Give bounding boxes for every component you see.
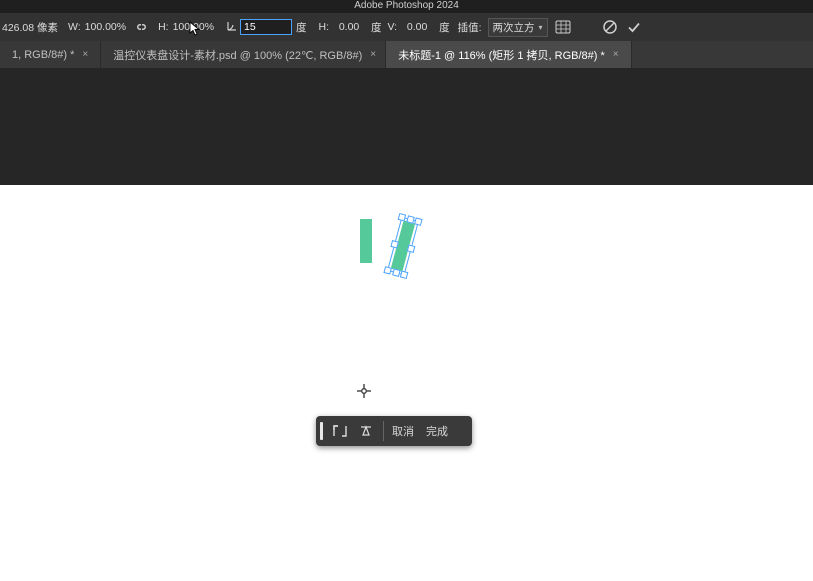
deg-label-3: 度	[439, 20, 450, 35]
cancel-button[interactable]: 取消	[386, 420, 420, 442]
angle-icon	[226, 20, 238, 35]
transform-handle-ml[interactable]	[391, 240, 400, 249]
interp-dropdown[interactable]: 两次立方 ▾	[488, 18, 548, 37]
close-icon[interactable]: ×	[370, 49, 376, 60]
h-field[interactable]: 100.00%	[171, 20, 216, 34]
skew-h-field[interactable]: 0.00	[331, 20, 367, 34]
doc-tab-3[interactable]: 未标题-1 @ 116% (矩形 1 拷贝, RGB/8#) * ×	[386, 41, 631, 68]
doc-tab-2-label: 温控仪表盘设计-素材.psd @ 100% (22℃, RGB/8#)	[113, 47, 362, 63]
close-icon[interactable]: ×	[613, 49, 619, 60]
reset-transform-icon[interactable]	[355, 420, 377, 442]
skew-v-field[interactable]: 0.00	[399, 20, 435, 34]
w-field[interactable]: 100.00%	[83, 20, 128, 34]
rotation-field[interactable]: 15	[240, 19, 292, 35]
transform-floating-toolbar[interactable]: 取消 完成	[316, 416, 472, 446]
deg-label-1: 度	[296, 20, 307, 35]
doc-tab-1-label: 1, RGB/8#) *	[12, 49, 74, 61]
transform-handle-tl[interactable]	[398, 213, 407, 222]
skew-h-label: H:	[319, 21, 330, 33]
interp-label: 插值:	[458, 20, 482, 35]
link-aspect-icon[interactable]	[132, 18, 150, 36]
commit-transform-icon[interactable]	[625, 18, 643, 36]
doc-tab-1[interactable]: 1, RGB/8#) * ×	[0, 41, 101, 68]
doc-tab-2[interactable]: 温控仪表盘设计-素材.psd @ 100% (22℃, RGB/8#) ×	[101, 41, 386, 68]
transform-handle-tc[interactable]	[406, 215, 415, 224]
document-pasteboard	[0, 68, 813, 185]
warp-mode-icon[interactable]	[554, 18, 572, 36]
shape-rectangle-1	[360, 219, 372, 263]
transform-options-bar: 426.08 像素 W: 100.00% H: 100.00% 15 度 H: …	[0, 13, 813, 42]
document-tab-bar: 1, RGB/8#) * × 温控仪表盘设计-素材.psd @ 100% (22…	[0, 41, 813, 69]
interp-value: 两次立方	[493, 20, 535, 35]
w-label: W:	[68, 21, 81, 33]
skew-v-label: V:	[388, 21, 398, 33]
ratio-toggle-icon[interactable]	[329, 420, 351, 442]
close-icon[interactable]: ×	[82, 49, 88, 60]
deg-label-2: 度	[371, 20, 382, 35]
chevron-down-icon: ▾	[539, 23, 543, 32]
toolbar-drag-handle[interactable]	[320, 422, 323, 440]
cancel-transform-icon[interactable]	[601, 18, 619, 36]
title-bar: Adobe Photoshop 2024	[0, 0, 813, 13]
transform-reference-point[interactable]	[357, 384, 371, 398]
divider	[383, 421, 384, 441]
done-button[interactable]: 完成	[420, 420, 454, 442]
x-field[interactable]: 426.08 像素	[0, 19, 64, 36]
h-label: H:	[158, 21, 169, 33]
app-title: Adobe Photoshop 2024	[354, 0, 459, 11]
doc-tab-3-label: 未标题-1 @ 116% (矩形 1 拷贝, RGB/8#) *	[398, 47, 605, 63]
